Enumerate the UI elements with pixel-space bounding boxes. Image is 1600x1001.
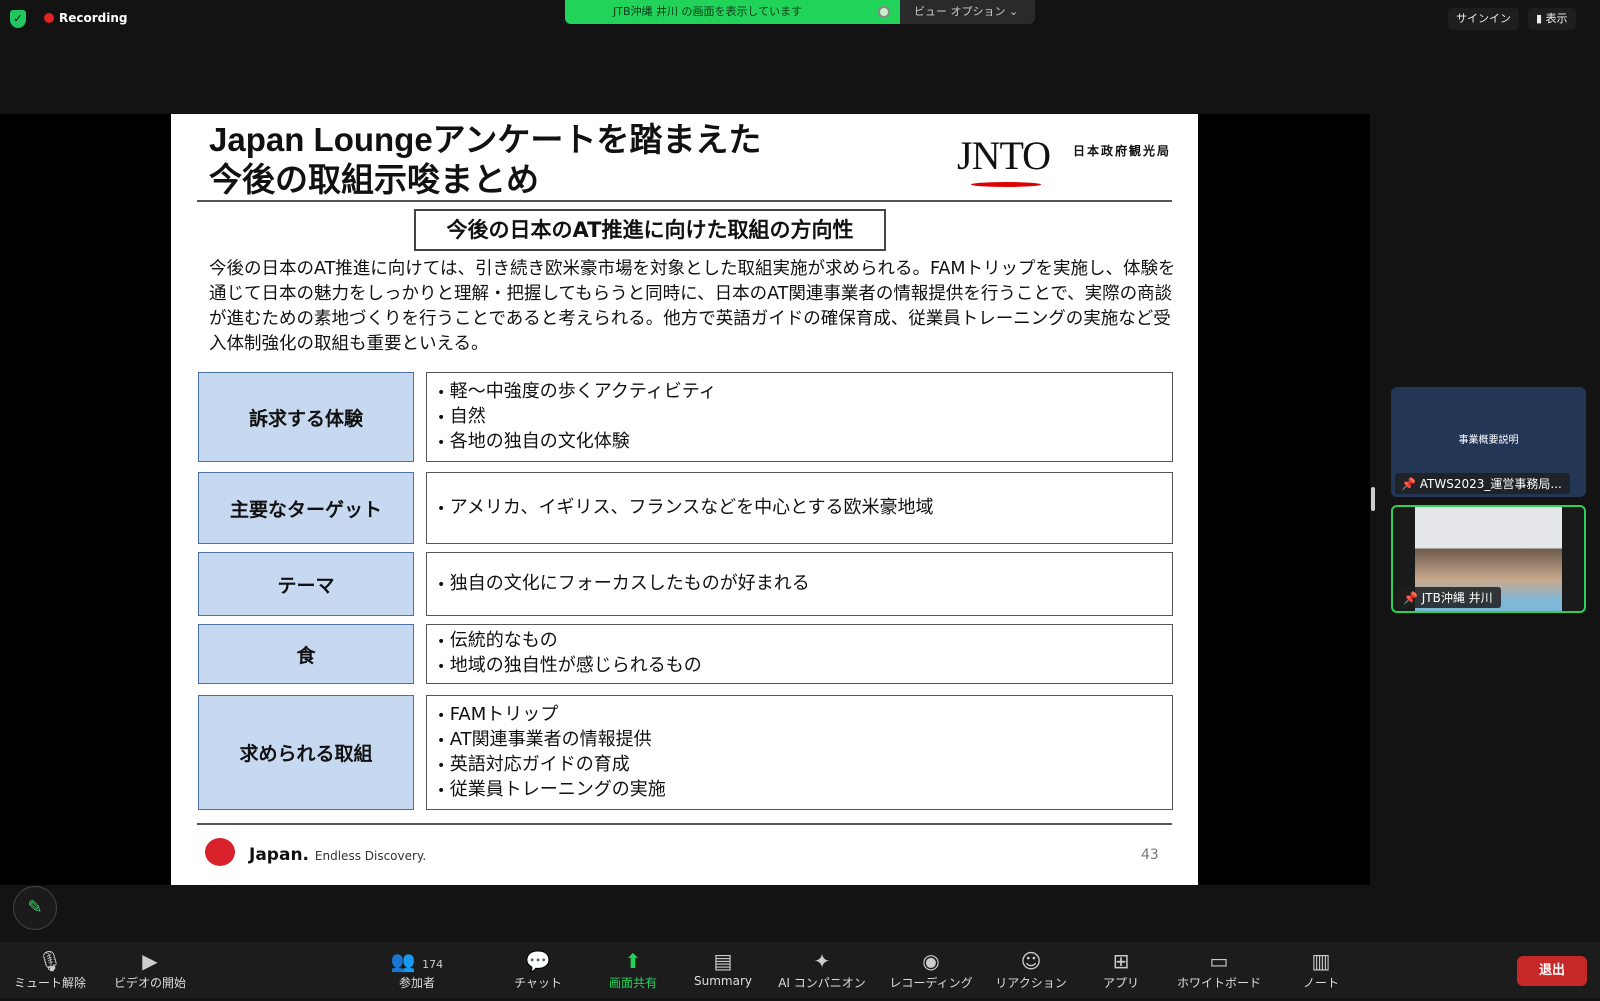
page-number: 43 [1141, 847, 1159, 863]
divider [197, 200, 1172, 202]
row-label: 主要なターゲット [198, 472, 414, 544]
table-row: 求められる取組FAMトリップAT関連事業者の情報提供英語対応ガイドの育成従業員ト… [198, 695, 1173, 810]
summary-icon: ▤ [713, 949, 733, 973]
row-content: 独自の文化にフォーカスしたものが好まれる [426, 552, 1173, 616]
toolbar-video-off-button[interactable]: ▶ ビデオの開始 [114, 948, 186, 991]
toolbar-chat-button[interactable]: 💬 チャット [514, 948, 562, 991]
view-button[interactable]: ▮ 表示 [1528, 8, 1576, 30]
record-icon: ◉ [922, 949, 940, 973]
footer-brand: Japan. Endless Discovery. [249, 845, 427, 865]
participants-icon: 👥 174 [390, 949, 444, 973]
record-dot-icon [44, 13, 54, 23]
toolbar-notes-button[interactable]: ▥ ノート [1303, 948, 1339, 991]
row-content: FAMトリップAT関連事業者の情報提供英語対応ガイドの育成従業員トレーニングの実… [426, 695, 1173, 810]
toolbar-share-screen-button[interactable]: ⬆ 画面共有 [609, 948, 657, 991]
row-label: 食 [198, 624, 414, 684]
security-shield-icon[interactable]: ✓ [10, 10, 26, 28]
share-screen-icon: ⬆ [624, 949, 642, 973]
participant-tile-active-speaker[interactable]: 📌 JTB沖縄 井川 [1391, 505, 1586, 613]
row-content: 伝統的なもの地域の独自性が感じられるもの [426, 624, 1173, 684]
jnto-logo: JNTO [957, 133, 1051, 187]
view-options-button[interactable]: ビュー オプション ⌄ [900, 0, 1035, 24]
row-label: 訴求する体験 [198, 372, 414, 462]
bullet-item: 伝統的なもの [437, 629, 1162, 654]
toolbar-summary-button[interactable]: ▤ Summary [694, 948, 752, 988]
row-label: 求められる取組 [198, 695, 414, 810]
bullet-item: 各地の独自の文化体験 [437, 430, 1162, 455]
signin-button[interactable]: サインイン [1448, 8, 1519, 30]
slide-subtitle: 今後の日本のAT推進に向けた取組の方向性 [414, 209, 886, 251]
bullet-item: AT関連事業者の情報提供 [437, 728, 1162, 753]
screen-share-banner: JTB沖縄 井川 の画面を表示しています [565, 0, 900, 24]
leave-button[interactable]: 退出 [1517, 956, 1587, 986]
divider [197, 823, 1172, 825]
slide-title: Japan Loungeアンケートを踏まえた 今後の取組示唆まとめ [209, 121, 762, 198]
annotate-pencil-button[interactable]: ✎ [13, 886, 57, 930]
panel-resize-handle[interactable] [1371, 487, 1375, 511]
participant-tile[interactable]: 事業概要説明 📌 ATWS2023_運営事務局... [1391, 387, 1586, 497]
japan-flower-logo-icon [205, 838, 235, 866]
participant-name: 📌 JTB沖縄 井川 [1397, 587, 1501, 608]
ai-sparkle-icon: ✦ [813, 949, 831, 973]
stop-share-icon[interactable] [878, 6, 890, 18]
video-off-icon: ▶ [142, 949, 158, 973]
bullet-item: アメリカ、イギリス、フランスなどを中心とする欧米豪地域 [437, 496, 1162, 521]
table-row: 食伝統的なもの地域の独自性が感じられるもの [198, 624, 1173, 684]
toolbar-mic-off-button[interactable]: 🎙 ミュート解除 [14, 948, 86, 991]
bullet-item: 従業員トレーニングの実施 [437, 778, 1162, 803]
bullet-item: 自然 [437, 405, 1162, 430]
row-label: テーマ [198, 552, 414, 616]
toolbar-record-button[interactable]: ◉ レコーディング [889, 948, 972, 991]
toolbar-apps-button[interactable]: ⊞ アプリ [1103, 948, 1139, 991]
table-row: 訴求する体験軽～中強度の歩くアクティビティ自然各地の独自の文化体験 [198, 372, 1173, 462]
table-row: 主要なターゲットアメリカ、イギリス、フランスなどを中心とする欧米豪地域 [198, 472, 1173, 544]
row-content: 軽～中強度の歩くアクティビティ自然各地の独自の文化体験 [426, 372, 1173, 462]
toolbar-whiteboard-button[interactable]: ▭ ホワイトボード [1177, 948, 1261, 991]
bullet-item: 軽～中強度の歩くアクティビティ [437, 380, 1162, 405]
chat-icon: 💬 [525, 949, 551, 973]
reaction-icon: ☺ [1020, 949, 1042, 973]
whiteboard-icon: ▭ [1209, 949, 1229, 973]
apps-icon: ⊞ [1112, 949, 1130, 973]
bullet-item: 地域の独自性が感じられるもの [437, 654, 1162, 679]
intro-text: 今後の日本のAT推進に向けては、引き続き欧米豪市場を対象とした取組実施が求められ… [209, 259, 1176, 354]
bullet-item: 独自の文化にフォーカスしたものが好まれる [437, 572, 1162, 597]
mic-off-icon: 🎙 [37, 949, 63, 973]
toolbar-participants-button[interactable]: 👥 174 参加者 [391, 948, 443, 991]
top-bar: ✓ Recording JTB沖縄 井川 の画面を表示しています ビュー オプシ… [0, 0, 1600, 36]
notes-icon: ▥ [1311, 949, 1331, 973]
participant-name: 📌 ATWS2023_運営事務局... [1395, 473, 1570, 494]
bullet-item: 英語対応ガイドの育成 [437, 753, 1162, 778]
bullet-item: FAMトリップ [437, 703, 1162, 728]
toolbar-reaction-button[interactable]: ☺ リアクション [995, 948, 1066, 991]
row-content: アメリカ、イギリス、フランスなどを中心とする欧米豪地域 [426, 472, 1173, 544]
presentation-slide: Japan Loungeアンケートを踏まえた 今後の取組示唆まとめ JNTO 日本… [171, 114, 1198, 885]
jnto-logo-jp: 日本政府観光局 [1073, 144, 1172, 158]
table-row: テーマ独自の文化にフォーカスしたものが好まれる [198, 552, 1173, 616]
toolbar-ai-sparkle-button[interactable]: ✦ AI コンパニオン [778, 948, 866, 991]
recording-indicator[interactable]: Recording [44, 11, 128, 25]
